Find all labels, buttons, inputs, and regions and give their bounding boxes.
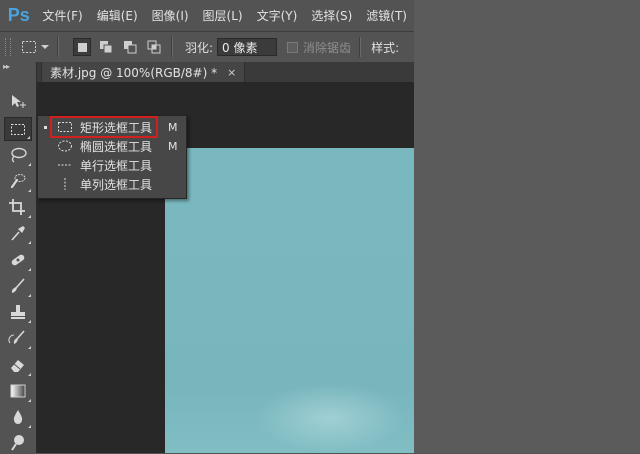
eraser-tool[interactable] xyxy=(4,353,32,377)
divider xyxy=(359,37,362,57)
document-tab-title: 素材.jpg @ 100%(RGB/8#) * xyxy=(50,65,218,80)
tool-group-corner-icon xyxy=(28,320,31,323)
intersect-selection-icon xyxy=(147,40,161,54)
flyout-item-label: 椭圆选框工具 xyxy=(80,139,153,154)
menu-type[interactable]: 文字(Y) xyxy=(250,7,305,24)
add-to-selection-button[interactable] xyxy=(97,38,115,56)
flyout-item-single-column-marquee[interactable]: 单列选框工具 xyxy=(38,175,186,193)
bandage-icon xyxy=(11,254,25,266)
tool-group-corner-icon xyxy=(28,268,31,271)
intersect-selection-button[interactable] xyxy=(145,38,163,56)
collapse-panel-icon[interactable]: ▸▸ xyxy=(0,62,36,72)
antialias-checkbox[interactable] xyxy=(287,41,299,53)
new-selection-icon xyxy=(77,42,87,52)
menu-edit[interactable]: 编辑(E) xyxy=(90,7,145,24)
selected-bullet-icon xyxy=(44,125,47,129)
tools-panel: ▸▸ xyxy=(0,62,37,453)
crop-icon xyxy=(9,199,25,215)
antialias-label: 消除锯齿 xyxy=(303,40,352,55)
blur-tool[interactable] xyxy=(4,405,32,429)
menu-filter[interactable]: 滤镜(T) xyxy=(359,7,414,24)
water-drop-icon xyxy=(13,410,23,424)
options-bar-grip-icon[interactable] xyxy=(5,38,11,56)
image-canvas[interactable] xyxy=(165,148,414,453)
tool-preset-picker[interactable] xyxy=(21,40,49,54)
marquee-tool-flyout: 矩形选框工具 M 椭圆选框工具 M 单行选框工具 单列选框工具 xyxy=(37,115,187,199)
tool-group-corner-icon xyxy=(27,136,30,139)
tool-group-corner-icon xyxy=(28,399,31,402)
dodge-icon xyxy=(11,435,24,451)
add-selection-icon xyxy=(100,41,113,54)
ellipse-marquee-icon xyxy=(58,140,72,152)
quick-selection-icon xyxy=(10,174,26,189)
document-tab-bar: 素材.jpg @ 100%(RGB/8#) * × xyxy=(37,62,414,82)
gradient-tool[interactable] xyxy=(4,379,32,403)
menu-select[interactable]: 选择(S) xyxy=(304,7,359,24)
marquee-tool[interactable] xyxy=(4,117,32,141)
lasso-tool[interactable] xyxy=(4,143,32,167)
tool-group-corner-icon xyxy=(28,346,31,349)
rect-marquee-icon xyxy=(11,124,25,135)
crop-tool[interactable] xyxy=(4,195,32,219)
menu-file[interactable]: 文件(F) xyxy=(35,7,89,24)
tool-group-corner-icon xyxy=(28,189,31,192)
single-column-marquee-icon xyxy=(64,178,66,190)
clone-stamp-tool[interactable] xyxy=(4,300,32,324)
divider xyxy=(57,37,59,57)
feather-input[interactable] xyxy=(217,38,278,56)
right-panel-area xyxy=(414,0,640,453)
new-selection-button[interactable] xyxy=(73,38,91,56)
tool-group-corner-icon xyxy=(28,241,31,244)
history-brush-tool[interactable] xyxy=(4,326,32,350)
brush-icon xyxy=(11,278,25,293)
menu-layer[interactable]: 图层(L) xyxy=(196,7,250,24)
single-row-marquee-icon xyxy=(58,164,72,166)
photoshop-logo: Ps xyxy=(7,5,30,25)
selection-highlight-box xyxy=(50,116,158,138)
move-icon xyxy=(12,95,26,108)
move-tool[interactable] xyxy=(4,90,32,114)
lasso-icon xyxy=(11,147,27,163)
gradient-icon xyxy=(10,384,26,398)
menu-bar: Ps 文件(F) 编辑(E) 图像(I) 图层(L) 文字(Y) 选择(S) 滤… xyxy=(0,0,414,31)
close-icon[interactable]: × xyxy=(227,66,236,79)
shortcut-key: M xyxy=(168,120,178,134)
feather-label: 羽化: xyxy=(185,40,214,55)
eyedropper-icon xyxy=(11,226,25,241)
dodge-tool[interactable] xyxy=(4,430,32,454)
divider xyxy=(171,37,173,57)
flyout-item-label: 单列选框工具 xyxy=(80,177,153,192)
tool-group-corner-icon xyxy=(28,215,31,218)
subtract-selection-icon xyxy=(124,41,137,54)
tool-group-corner-icon xyxy=(28,425,31,428)
shortcut-key: M xyxy=(168,139,178,153)
options-bar: 羽化: 消除锯齿 样式: xyxy=(0,31,414,63)
tool-group-corner-icon xyxy=(28,163,31,166)
brush-tool[interactable] xyxy=(4,274,32,298)
quick-selection-tool[interactable] xyxy=(4,169,32,193)
chevron-down-icon xyxy=(41,45,49,49)
marquee-preset-icon xyxy=(22,41,36,53)
healing-brush-tool[interactable] xyxy=(4,248,32,272)
history-brush-icon xyxy=(8,330,25,344)
tool-group-corner-icon xyxy=(28,373,31,376)
stamp-icon xyxy=(11,305,25,319)
flyout-item-single-row-marquee[interactable]: 单行选框工具 xyxy=(38,156,186,174)
image-highlight-area xyxy=(255,383,405,453)
menu-image[interactable]: 图像(I) xyxy=(145,7,196,24)
flyout-item-ellipse-marquee[interactable]: 椭圆选框工具 M xyxy=(38,137,186,155)
eyedropper-tool[interactable] xyxy=(4,221,32,245)
flyout-item-label: 单行选框工具 xyxy=(80,158,153,173)
subtract-from-selection-button[interactable] xyxy=(121,38,139,56)
eraser-icon xyxy=(11,360,24,372)
document-tab[interactable]: 素材.jpg @ 100%(RGB/8#) * × xyxy=(41,62,246,82)
tool-group-corner-icon xyxy=(28,294,31,297)
style-label: 样式: xyxy=(371,40,400,55)
